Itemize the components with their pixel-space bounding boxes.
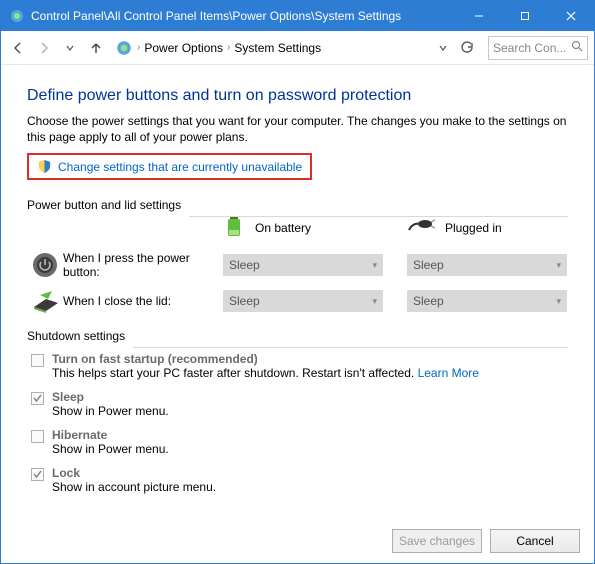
window-title: Control Panel\All Control Panel Items\Po…: [31, 9, 456, 23]
shutdown-section: Shutdown settings Turn on fast startup (…: [27, 323, 568, 501]
minimize-button[interactable]: [456, 1, 502, 31]
breadcrumb-item-power-options[interactable]: Power Options: [144, 41, 223, 55]
page-description: Choose the power settings that you want …: [27, 113, 568, 145]
column-header-plugged: Plugged in: [407, 218, 567, 237]
chevron-down-icon: ▾: [556, 296, 561, 307]
checkbox[interactable]: [31, 430, 44, 443]
power-button-plugged-combo[interactable]: Sleep▾: [407, 254, 567, 276]
location-icon: [115, 39, 133, 57]
window-controls: [456, 1, 594, 31]
breadcrumb-dropdown-icon[interactable]: [432, 37, 454, 59]
footer: Save changes Cancel: [392, 529, 580, 553]
checkbox-label: Sleep: [52, 390, 169, 404]
change-settings-highlight: Change settings that are currently unava…: [27, 153, 312, 180]
battery-icon: [223, 214, 245, 241]
section-title: Power button and lid settings: [27, 198, 189, 212]
close-button[interactable]: [548, 1, 594, 31]
shutdown-item-lock: LockShow in account picture menu.: [27, 463, 568, 501]
app-icon: [9, 8, 25, 24]
search-placeholder: Search Con...: [493, 41, 566, 55]
lid-icon: [27, 289, 63, 313]
history-dropdown-icon[interactable]: [59, 37, 81, 59]
learn-more-link[interactable]: Learn More: [418, 366, 479, 380]
breadcrumb-item-system-settings[interactable]: System Settings: [234, 41, 321, 55]
checkbox-sublabel: Show in Power menu.: [52, 404, 169, 418]
column-label-plugged: Plugged in: [445, 221, 502, 235]
divider: [133, 347, 568, 348]
divider: [189, 216, 568, 217]
section-title: Shutdown settings: [27, 329, 133, 343]
navbar: › Power Options › System Settings Search…: [1, 31, 594, 65]
shutdown-item-hibernate: HibernateShow in Power menu.: [27, 425, 568, 463]
checkbox-label: Lock: [52, 466, 216, 480]
close-lid-battery-combo[interactable]: Sleep▾: [223, 290, 383, 312]
shield-icon: [37, 159, 52, 174]
power-button-section: Power button and lid settings On battery…: [27, 192, 568, 313]
page-title: Define power buttons and turn on passwor…: [27, 87, 568, 105]
chevron-right-icon: ›: [227, 42, 230, 53]
window: Control Panel\All Control Panel Items\Po…: [0, 0, 595, 564]
checkbox-sublabel: Show in Power menu.: [52, 442, 169, 456]
power-button-battery-combo[interactable]: Sleep▾: [223, 254, 383, 276]
back-button[interactable]: [7, 37, 29, 59]
checkbox[interactable]: [31, 468, 44, 481]
content: Define power buttons and turn on passwor…: [1, 65, 594, 563]
chevron-down-icon: ▾: [372, 296, 377, 307]
titlebar[interactable]: Control Panel\All Control Panel Items\Po…: [1, 1, 594, 31]
row-label-power-button: When I press the power button:: [63, 251, 223, 279]
shutdown-item-fast-startup: Turn on fast startup (recommended) This …: [27, 349, 568, 387]
change-settings-link[interactable]: Change settings that are currently unava…: [58, 160, 302, 174]
checkbox[interactable]: [31, 392, 44, 405]
breadcrumb[interactable]: › Power Options › System Settings: [111, 39, 428, 57]
checkbox-label: Turn on fast startup (recommended): [52, 352, 479, 366]
close-lid-plugged-combo[interactable]: Sleep▾: [407, 290, 567, 312]
column-label-battery: On battery: [255, 221, 311, 235]
power-button-icon: [27, 251, 63, 279]
row-label-close-lid: When I close the lid:: [63, 294, 223, 308]
checkbox-sublabel: Show in account picture menu.: [52, 480, 216, 494]
save-button[interactable]: Save changes: [392, 529, 482, 553]
chevron-down-icon: ▾: [372, 260, 377, 271]
cancel-button[interactable]: Cancel: [490, 529, 580, 553]
checkbox-label: Hibernate: [52, 428, 169, 442]
checkbox[interactable]: [31, 354, 44, 367]
maximize-button[interactable]: [502, 1, 548, 31]
forward-button[interactable]: [33, 37, 55, 59]
refresh-button[interactable]: [456, 37, 478, 59]
shutdown-item-sleep: SleepShow in Power menu.: [27, 387, 568, 425]
search-icon: [571, 40, 583, 55]
search-input[interactable]: Search Con...: [488, 36, 588, 60]
plug-icon: [407, 218, 435, 237]
chevron-down-icon: ▾: [556, 260, 561, 271]
column-header-battery: On battery: [223, 214, 383, 241]
checkbox-sublabel: This helps start your PC faster after sh…: [52, 366, 418, 380]
up-button[interactable]: [85, 37, 107, 59]
shutdown-list: Turn on fast startup (recommended) This …: [27, 349, 568, 501]
chevron-right-icon: ›: [137, 42, 140, 53]
